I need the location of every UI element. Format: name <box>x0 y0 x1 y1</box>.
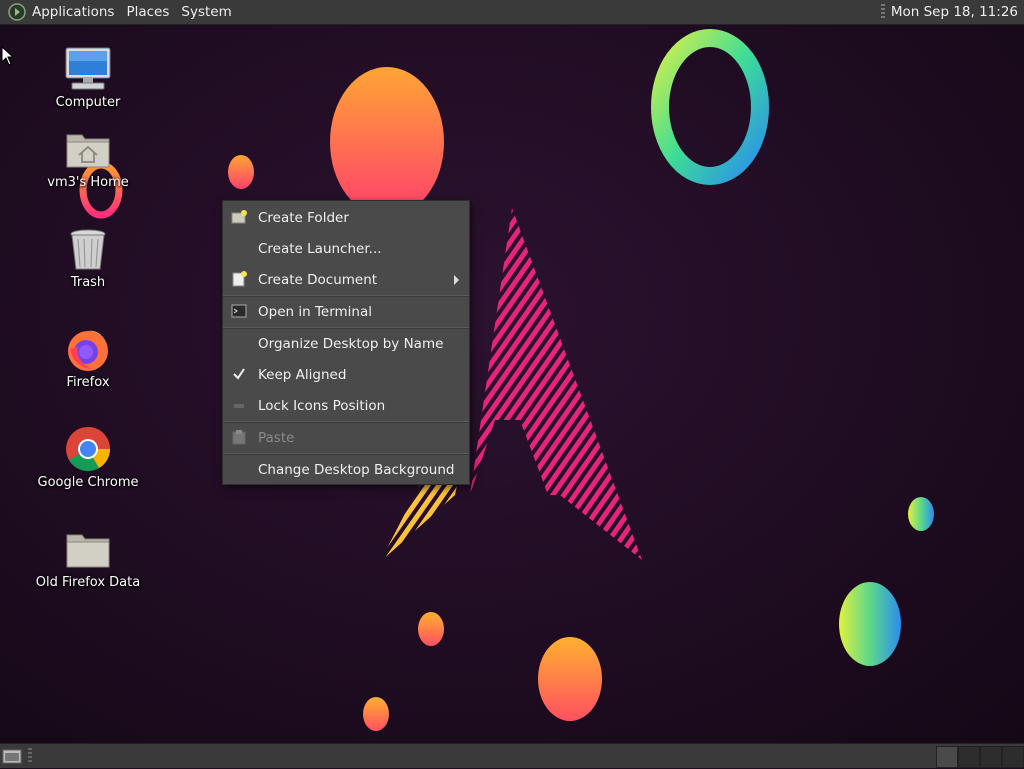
menu-item-label: Open in Terminal <box>258 303 372 320</box>
desktop-icon-chrome[interactable]: Google Chrome <box>33 425 143 490</box>
desktop-icon-label: Trash <box>70 275 106 290</box>
menu-item-paste: Paste <box>223 422 469 453</box>
desktop-icon-home[interactable]: vm3's Home <box>33 125 143 190</box>
workspace-1[interactable] <box>936 746 958 768</box>
top-panel: Applications Places System Mon Sep 18, 1… <box>0 0 1024 25</box>
desktop-icon-computer[interactable]: Computer <box>33 45 143 110</box>
menu-item-label: Create Folder <box>258 209 349 226</box>
menu-item-create-document[interactable]: Create Document <box>223 264 469 295</box>
mouse-cursor-icon <box>1 46 15 66</box>
desktop-context-menu: Create Folder Create Launcher... Create … <box>222 200 470 485</box>
applications-menu[interactable]: Applications <box>28 4 120 20</box>
menu-item-label: Paste <box>258 429 295 446</box>
workspace-3[interactable] <box>980 746 1002 768</box>
desktop-icon-label: Old Firefox Data <box>35 575 141 590</box>
desktop-icon-label: Google Chrome <box>37 475 139 490</box>
places-menu[interactable]: Places <box>120 4 175 20</box>
menu-item-change-background[interactable]: Change Desktop Background <box>223 454 469 485</box>
firefox-icon <box>64 325 112 373</box>
menu-item-label: Lock Icons Position <box>258 397 386 414</box>
desktop-icon-label: Firefox <box>66 375 110 390</box>
desktop-icon-label: vm3's Home <box>47 175 129 190</box>
menu-item-create-folder[interactable]: Create Folder <box>223 202 469 233</box>
paste-icon <box>231 429 247 445</box>
menu-item-lock-icons[interactable]: Lock Icons Position <box>223 390 469 421</box>
menu-item-open-terminal[interactable]: Open in Terminal <box>223 296 469 327</box>
new-folder-icon <box>231 209 247 225</box>
computer-icon <box>64 45 112 93</box>
trash-icon <box>64 225 112 273</box>
bottom-panel <box>0 743 1024 768</box>
show-desktop-icon[interactable] <box>2 747 24 765</box>
chrome-icon <box>64 425 112 473</box>
menu-item-create-launcher[interactable]: Create Launcher... <box>223 233 469 264</box>
home-folder-icon <box>64 125 112 173</box>
panel-grip[interactable] <box>880 4 885 20</box>
terminal-icon <box>231 303 247 319</box>
lock-toggle-icon <box>231 397 247 413</box>
workspace-2[interactable] <box>958 746 980 768</box>
wallpaper <box>79 29 934 731</box>
menu-item-label: Organize Desktop by Name <box>258 335 444 352</box>
distro-logo-icon[interactable] <box>6 1 28 23</box>
new-document-icon <box>231 271 247 287</box>
submenu-arrow-icon <box>454 275 459 285</box>
workspace-4[interactable] <box>1002 746 1024 768</box>
menu-item-label: Change Desktop Background <box>258 461 455 478</box>
desktop-icon-trash[interactable]: Trash <box>33 225 143 290</box>
desktop-icon-label: Computer <box>55 95 121 110</box>
menu-item-keep-aligned[interactable]: Keep Aligned <box>223 359 469 390</box>
menu-item-label: Keep Aligned <box>258 366 347 383</box>
system-menu[interactable]: System <box>175 4 237 20</box>
folder-icon <box>64 525 112 573</box>
menu-item-organize-by-name[interactable]: Organize Desktop by Name <box>223 328 469 359</box>
menu-item-label: Create Document <box>258 271 378 288</box>
desktop[interactable]: Computer vm3's Home Trash Firefox Google… <box>0 25 1024 743</box>
menu-item-label: Create Launcher... <box>258 240 382 257</box>
desktop-icon-old-firefox-data[interactable]: Old Firefox Data <box>33 525 143 590</box>
checkmark-icon <box>231 366 247 382</box>
desktop-icon-firefox[interactable]: Firefox <box>33 325 143 390</box>
clock[interactable]: Mon Sep 18, 11:26 <box>891 4 1018 20</box>
panel-grip[interactable] <box>28 748 32 764</box>
